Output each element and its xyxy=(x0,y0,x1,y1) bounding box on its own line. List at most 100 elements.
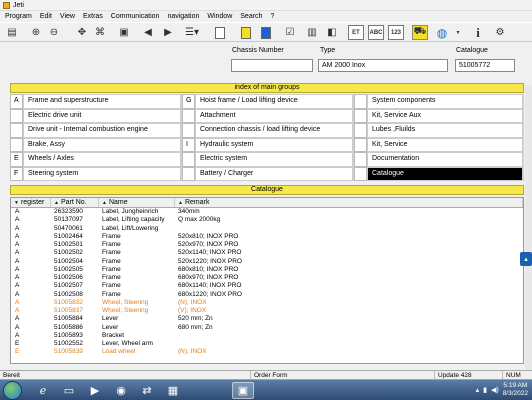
table-row[interactable]: A 51002506 Frame 680x970; INOX PRO xyxy=(11,274,523,282)
table-row[interactable]: E 51005839 Load wheel (N); INOX xyxy=(11,348,523,356)
ie-icon[interactable]: ℯ xyxy=(32,382,54,399)
app-icon xyxy=(3,1,10,9)
volume-icon[interactable]: ◀) xyxy=(491,386,499,394)
info-button[interactable]: i xyxy=(470,25,486,40)
table-row[interactable]: A 51002508 Frame 680x1220; INOX PRO xyxy=(11,291,523,299)
type-field[interactable]: AM 2000 Inox xyxy=(318,59,448,72)
jeti-task-icon[interactable]: ▣ xyxy=(232,382,254,399)
group-item[interactable]: Attachment xyxy=(195,108,353,123)
table-row[interactable]: A 51005884 Lever 520 mm; Zn xyxy=(11,315,523,323)
table-row[interactable]: A 51002464 Frame 520x810; INOX PRO xyxy=(11,233,523,241)
explorer-icon[interactable]: ▦ xyxy=(162,382,184,399)
group-key xyxy=(354,123,367,138)
group-item[interactable]: Battery / Charger xyxy=(195,166,353,181)
network-icon[interactable]: ▮ xyxy=(483,386,487,394)
chassis-field[interactable] xyxy=(231,59,313,72)
check-icon[interactable]: ☑ xyxy=(282,25,298,40)
blue-marker-icon[interactable] xyxy=(258,25,274,40)
group-item[interactable]: Hoist frame / Load lifting device xyxy=(195,94,353,109)
compare-icon[interactable]: ◧ xyxy=(324,25,340,40)
group-item[interactable]: Drive unit - Internal combustion engine xyxy=(23,123,181,138)
column-part-no[interactable]: ▲ Part No. xyxy=(51,198,99,207)
cell-part-no: 51005886 xyxy=(54,323,83,331)
menu-item[interactable]: Edit xyxy=(37,13,57,20)
page-icon[interactable] xyxy=(212,25,228,40)
table-row[interactable]: A 51002502 Frame 520x1140; INOX PRO xyxy=(11,249,523,257)
globe-icon[interactable]: ◍ xyxy=(434,25,450,40)
group-item[interactable]: Electric drive unit xyxy=(23,108,181,123)
table-row[interactable]: A 51005832 Wheel, Steering (N); INOX xyxy=(11,299,523,307)
group-item[interactable]: Frame and superstructure xyxy=(23,94,181,109)
group-item[interactable]: Steering system xyxy=(23,166,181,181)
group-item[interactable]: System components xyxy=(367,94,523,109)
menu-item[interactable]: Communication xyxy=(108,13,165,20)
group-item[interactable]: Kit, Service xyxy=(367,137,523,152)
cell-register: E xyxy=(15,340,20,347)
settings-icon[interactable]: ⚙ xyxy=(492,25,508,40)
table-row[interactable]: A 51005893 Bracket xyxy=(11,332,523,340)
tree-icon[interactable]: ⌘ xyxy=(92,25,108,40)
cell-part-no: 51005832 xyxy=(54,298,83,306)
pan-icon[interactable]: ✥ xyxy=(74,25,90,40)
column-remark[interactable]: ▲ Remark xyxy=(175,198,523,207)
table-row[interactable]: A 26323590 Label, Jungheinrich 340mm xyxy=(11,208,523,216)
cell-register: A xyxy=(15,232,20,240)
scroll-toggle-icon[interactable]: ▴ xyxy=(520,252,532,266)
table-row[interactable]: E 51002552 Lever, Wheel arm xyxy=(11,340,523,348)
media-icon[interactable]: ▶ xyxy=(84,382,106,399)
menu-item[interactable]: Search xyxy=(237,13,267,20)
group-item[interactable]: Electric system xyxy=(195,152,353,167)
menu-item[interactable]: navigation xyxy=(164,13,204,20)
menu-item[interactable]: View xyxy=(57,13,80,20)
group-row: A Frame and superstructure G Hoist frame / … xyxy=(10,94,524,109)
group-item[interactable]: Lubes ,Fluilds xyxy=(367,123,523,138)
menu-item[interactable]: Extras xyxy=(80,13,108,20)
cell-part-no: 50137097 xyxy=(54,216,83,224)
cell-name: Frame xyxy=(102,290,121,298)
group-item[interactable]: Kit, Service Aux xyxy=(367,108,523,123)
group-item[interactable]: Connection chassis / load lifting device xyxy=(195,123,353,138)
globe-dropdown-icon[interactable]: ▾ xyxy=(450,25,466,40)
group-item[interactable]: Catalogue xyxy=(367,166,523,181)
menu-item[interactable]: Window xyxy=(204,13,237,20)
column-name[interactable]: ▲ Name xyxy=(99,198,175,207)
table-row[interactable]: A 51002507 Frame 680x1140; INOX PRO xyxy=(11,282,523,290)
group-item[interactable]: Wheels / Axles xyxy=(23,152,181,167)
print-icon[interactable]: ▤ xyxy=(4,25,20,40)
table-row[interactable]: A 51005886 Lever 680 mm; Zn xyxy=(11,324,523,332)
back-arrow-icon[interactable]: ◀ xyxy=(140,25,156,40)
side-scrollbar[interactable] xyxy=(525,85,532,370)
table-row[interactable]: A 51002504 Frame 520x1220; INOX PRO xyxy=(11,258,523,266)
table-row[interactable]: A 50470061 Label, Lift/Lowering xyxy=(11,225,523,233)
zoom-in-icon[interactable]: ⊕ xyxy=(28,25,44,40)
cart-icon[interactable]: ⛟ xyxy=(412,25,428,40)
group-row: Brake, Assy I Hydraulic system Kit, Service xyxy=(10,137,524,152)
zoom-out-icon[interactable]: ⊖ xyxy=(46,25,62,40)
list-dropdown-icon[interactable]: ☰▾ xyxy=(184,25,200,40)
folder-icon[interactable]: ▭ xyxy=(58,382,80,399)
book-icon[interactable]: ▥ xyxy=(304,25,320,40)
chrome-icon[interactable]: ◉ xyxy=(110,382,132,399)
num-button[interactable]: 123 xyxy=(388,25,404,40)
et-button[interactable]: ET xyxy=(348,25,364,40)
tray-up-icon[interactable]: ▴ xyxy=(476,386,480,394)
group-item[interactable]: Brake, Assy xyxy=(23,137,181,152)
menu-item[interactable]: Program xyxy=(2,13,37,20)
column-register[interactable]: ▼ register xyxy=(11,198,51,207)
menu-item[interactable]: ? xyxy=(267,13,279,20)
abc-button[interactable]: ABC xyxy=(368,25,384,40)
clock[interactable]: 5:19 AM 8/3/2022 xyxy=(503,382,528,398)
table-row[interactable]: A 51005837 Wheel, Steering (V); INOX xyxy=(11,307,523,315)
catalogue-field[interactable]: 51005772 xyxy=(455,59,515,72)
yellow-marker-icon[interactable] xyxy=(238,25,254,40)
table-row[interactable]: A 51002501 Frame 520x970; INOX PRO xyxy=(11,241,523,249)
group-item[interactable]: Hydraulic system xyxy=(195,137,353,152)
table-row[interactable]: A 51002505 Frame 680x810; INOX PRO xyxy=(11,266,523,274)
start-button[interactable] xyxy=(3,381,22,400)
table-row[interactable]: A 50137097 Label, Lifting capacity Q max 20… xyxy=(11,216,523,224)
teamviewer-icon[interactable]: ⇄ xyxy=(136,382,158,399)
fit-icon[interactable]: ▣ xyxy=(116,25,132,40)
group-item[interactable]: Documentation xyxy=(367,152,523,167)
cell-name: Frame xyxy=(102,282,121,290)
forward-arrow-icon[interactable]: ▶ xyxy=(160,25,176,40)
